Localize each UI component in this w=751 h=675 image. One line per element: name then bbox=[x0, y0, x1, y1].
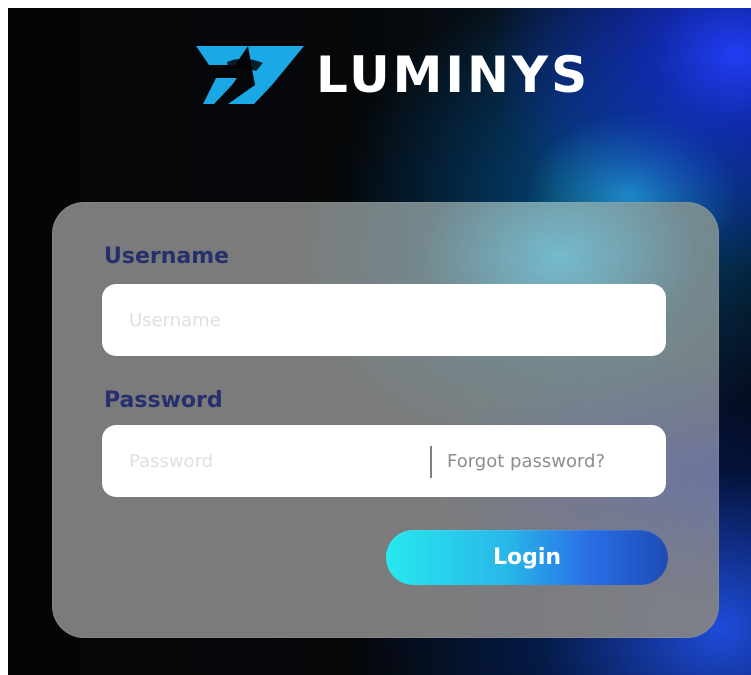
password-input[interactable] bbox=[129, 425, 414, 497]
username-input-container bbox=[102, 284, 666, 356]
password-input-container: Forgot password? bbox=[102, 425, 666, 497]
login-button[interactable]: Login bbox=[386, 530, 668, 585]
password-label: Password bbox=[104, 388, 223, 413]
username-label: Username bbox=[104, 244, 230, 269]
brand-name: LUMINYS bbox=[316, 46, 591, 104]
top-border bbox=[0, 0, 751, 8]
forgot-password-link[interactable]: Forgot password? bbox=[447, 425, 605, 497]
brand-header: LUMINYS bbox=[196, 33, 596, 111]
left-border bbox=[0, 0, 8, 675]
login-card: Username Password Forgot password? Login bbox=[52, 202, 719, 638]
password-field-divider bbox=[430, 446, 432, 478]
luminys-logo-icon bbox=[196, 46, 304, 104]
login-screen: LUMINYS Username Password Forgot passwor… bbox=[8, 8, 751, 675]
username-input[interactable] bbox=[129, 284, 629, 356]
